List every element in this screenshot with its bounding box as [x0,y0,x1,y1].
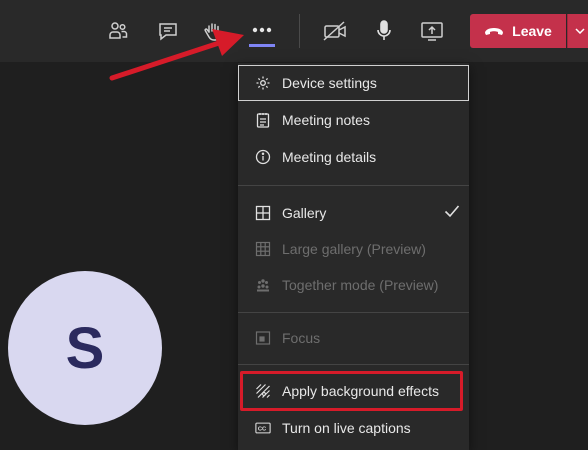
annotation-arrow [109,29,244,81]
